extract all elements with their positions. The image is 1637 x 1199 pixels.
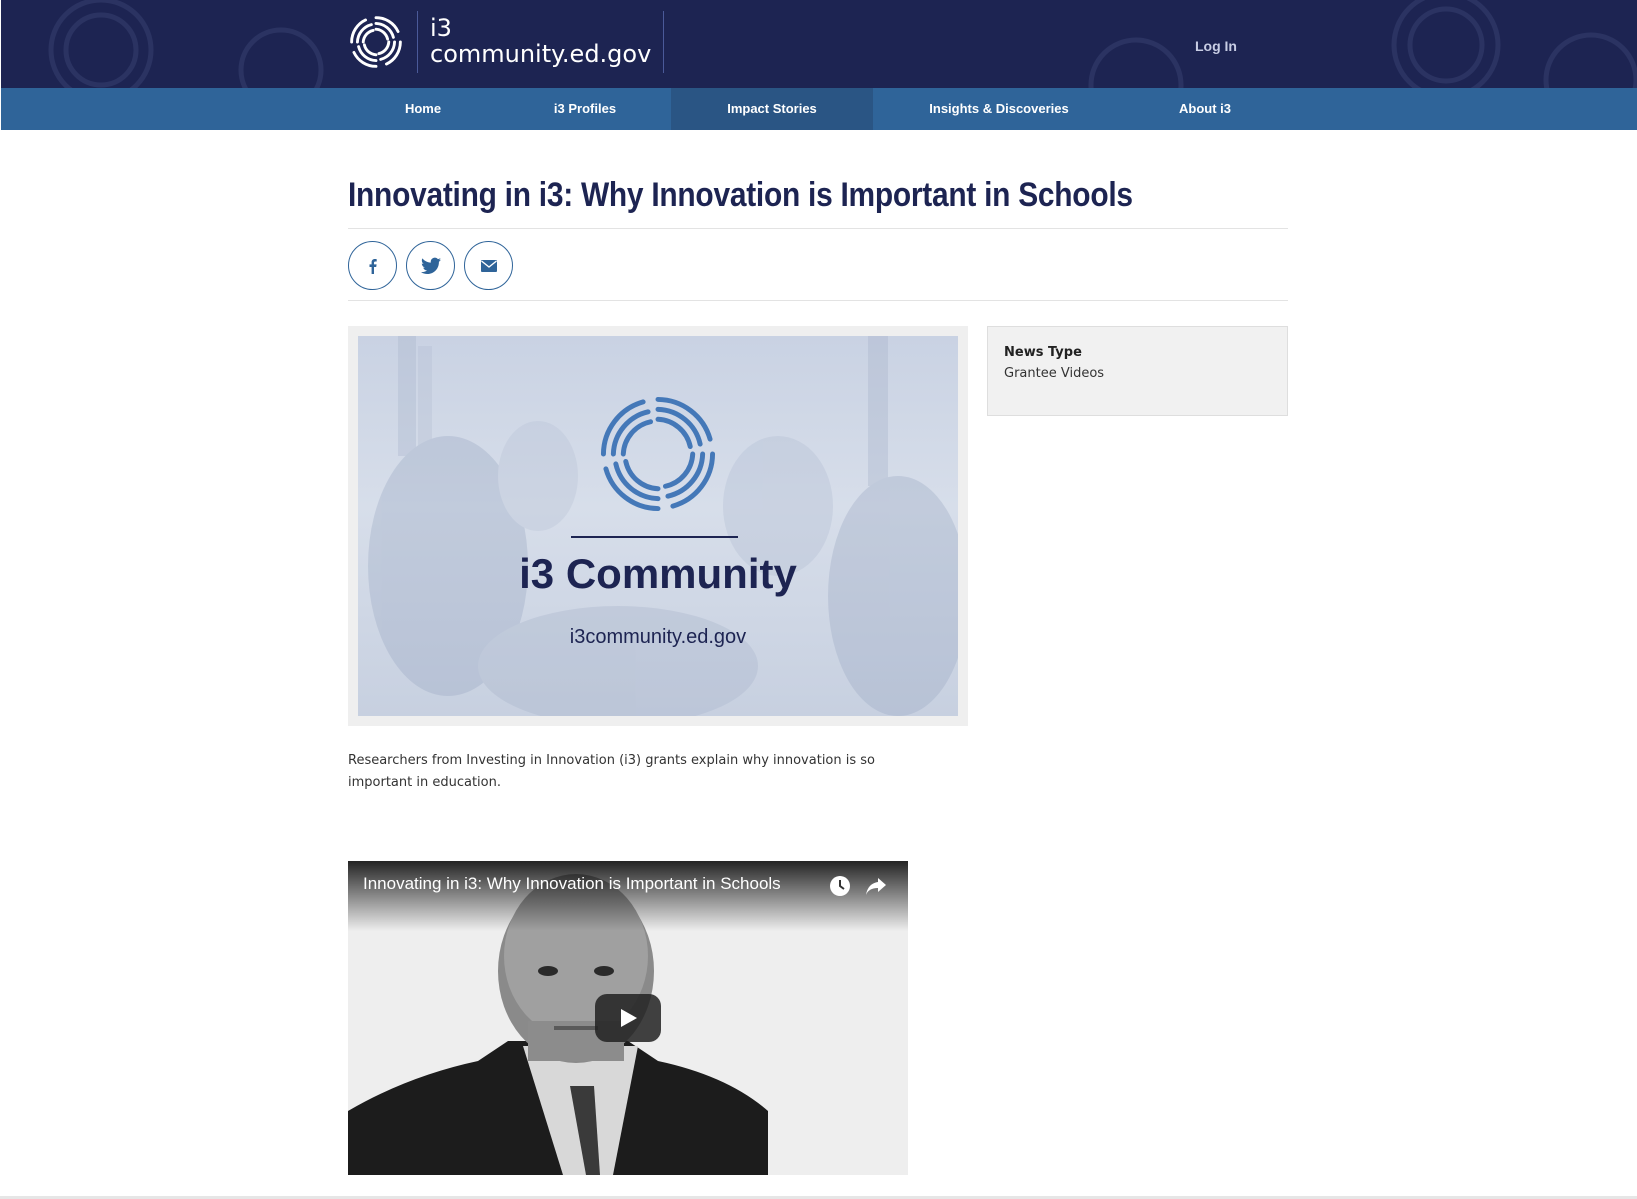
nav-item-about-i3[interactable]: About i3 bbox=[1115, 88, 1295, 130]
i3-logo-icon bbox=[350, 16, 402, 68]
feature-image-frame: i3 Community i3community.ed.gov bbox=[348, 326, 968, 726]
twitter-icon bbox=[420, 257, 441, 274]
share-email-button[interactable] bbox=[464, 241, 513, 290]
share-twitter-button[interactable] bbox=[406, 241, 455, 290]
page-title: Innovating in i3: Why Innovation is Impo… bbox=[348, 176, 1133, 214]
nav-item-impact-stories[interactable]: Impact Stories bbox=[671, 88, 873, 130]
play-icon bbox=[621, 1009, 637, 1027]
news-type-value[interactable]: Grantee Videos bbox=[1004, 366, 1271, 381]
feature-title: i3 Community bbox=[519, 550, 797, 597]
nav-item-i3-profiles[interactable]: i3 Profiles bbox=[509, 88, 661, 130]
brand-name: i3 community.ed.gov bbox=[430, 14, 652, 68]
nav-item-home[interactable]: Home bbox=[347, 88, 499, 130]
background-swirl-icon bbox=[1391, 0, 1501, 88]
background-swirl-icon bbox=[238, 27, 324, 88]
background-swirl-icon bbox=[48, 0, 154, 88]
login-link[interactable]: Log In bbox=[1195, 38, 1237, 54]
share-facebook-button[interactable] bbox=[348, 241, 397, 290]
share-divider bbox=[348, 300, 1288, 301]
video-title[interactable]: Innovating in i3: Why Innovation is Impo… bbox=[363, 874, 781, 894]
facebook-icon bbox=[369, 258, 377, 274]
email-icon bbox=[480, 259, 497, 272]
title-divider bbox=[348, 228, 1288, 229]
brand-line-1: i3 bbox=[430, 14, 452, 43]
main-navigation: Home i3 Profiles Impact Stories Insights… bbox=[1, 88, 1637, 130]
video-top-bar bbox=[348, 861, 908, 931]
video-player[interactable]: Innovating in i3: Why Innovation is Impo… bbox=[348, 861, 908, 1175]
news-type-box: News Type Grantee Videos bbox=[987, 326, 1288, 416]
article-description: Researchers from Investing in Innovation… bbox=[348, 753, 875, 790]
nav-item-insights-discoveries[interactable]: Insights & Discoveries bbox=[893, 88, 1105, 130]
i3-logo-icon bbox=[600, 396, 716, 512]
brand-divider bbox=[417, 11, 418, 73]
feature-url: i3community.ed.gov bbox=[569, 626, 747, 648]
background-swirl-icon bbox=[1088, 37, 1184, 88]
site-brand[interactable]: i3 community.ed.gov bbox=[347, 10, 665, 74]
brand-divider bbox=[663, 11, 665, 73]
background-swirl-icon bbox=[1543, 32, 1637, 88]
brand-line-2: community.ed.gov bbox=[430, 40, 652, 68]
feature-image: i3 Community i3community.ed.gov bbox=[358, 336, 958, 716]
feature-divider bbox=[571, 536, 738, 538]
share-arrow-icon[interactable] bbox=[865, 875, 887, 897]
news-type-label: News Type bbox=[1004, 345, 1082, 360]
clock-icon[interactable] bbox=[829, 875, 851, 897]
play-button[interactable] bbox=[595, 994, 661, 1042]
site-header: i3 community.ed.gov Log In bbox=[1, 0, 1637, 88]
